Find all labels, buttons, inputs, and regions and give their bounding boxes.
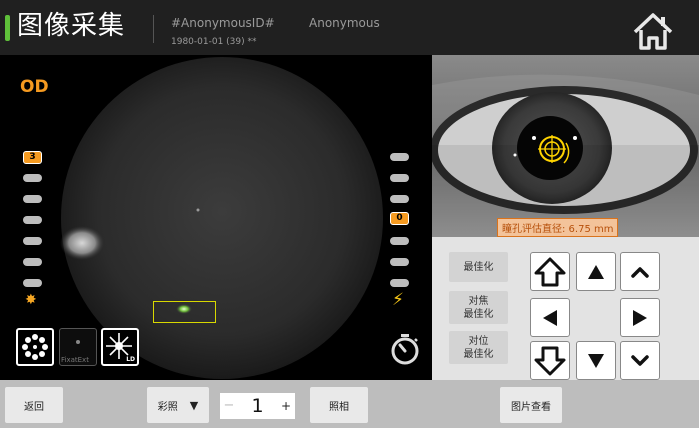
left-level-pill	[23, 258, 42, 266]
eye-side-label: OD	[20, 77, 49, 97]
capture-label: 照相	[329, 401, 349, 413]
move-down-button[interactable]	[576, 341, 616, 380]
header-divider	[153, 15, 154, 43]
left-level-pill	[23, 237, 42, 245]
view-images-label: 图片查看	[511, 401, 551, 413]
decrement-button[interactable]: −	[220, 393, 238, 419]
back-button[interactable]: 返回	[5, 387, 63, 423]
capture-count-value: 1	[251, 395, 264, 417]
home-button[interactable]	[632, 11, 674, 51]
left-level-pill	[23, 216, 42, 224]
move-left-button[interactable]	[530, 298, 570, 337]
focus-optimize-button[interactable]: 对焦 最佳化	[449, 291, 508, 324]
right-level-pill	[390, 195, 409, 203]
patient-name: Anonymous	[309, 16, 380, 30]
fixation-ext-label: FixatExt	[61, 356, 89, 364]
capture-button[interactable]: 照相	[310, 387, 368, 423]
focus-label-line1: 对焦	[468, 295, 489, 307]
ld-light-button[interactable]: LD	[101, 328, 139, 366]
arrow-up-icon	[588, 264, 604, 279]
pupil-diameter-label: 瞳孔评估直径: 6.75 mm	[497, 218, 619, 237]
right-level-pill	[390, 174, 409, 182]
align-label-line2: 最佳化	[463, 348, 494, 360]
home-icon	[633, 13, 673, 50]
arrow-left-icon	[543, 309, 557, 326]
fixation-dots-icon	[22, 334, 48, 360]
page-title: 图像采集	[17, 11, 126, 41]
optimize-label: 最佳化	[463, 261, 494, 273]
dropdown-caret-icon: ▼	[189, 398, 199, 412]
align-label-line1: 对位	[468, 335, 489, 347]
right-level-indicator: 0	[390, 212, 409, 225]
hollow-arrow-up-icon	[534, 257, 566, 286]
optimize-button[interactable]: 最佳化	[449, 252, 508, 282]
ld-label: LD	[126, 356, 135, 363]
sun-icon: ✸	[25, 292, 37, 308]
align-optimize-button[interactable]: 对位 最佳化	[449, 331, 508, 364]
arrow-down-icon	[588, 353, 604, 368]
left-level-indicator: 3	[23, 151, 42, 164]
fixation-dots-button[interactable]	[16, 328, 54, 366]
patient-id: #AnonymousID#	[171, 16, 275, 30]
chevron-up-icon	[631, 266, 649, 278]
increment-button[interactable]: +	[277, 393, 295, 419]
focus-label-line2: 最佳化	[463, 308, 494, 320]
back-label: 返回	[24, 401, 44, 413]
arrow-right-icon	[633, 309, 647, 326]
move-forward-button[interactable]	[530, 252, 570, 291]
right-level-pill	[390, 258, 409, 266]
patient-dob: 1980-01-01 (39) **	[171, 37, 257, 47]
hollow-arrow-down-icon	[534, 346, 566, 375]
left-level-pill	[23, 174, 42, 182]
zoom-down-button[interactable]	[620, 341, 660, 380]
stopwatch-icon	[391, 334, 419, 365]
right-level-pill	[390, 153, 409, 161]
zoom-up-button[interactable]	[620, 252, 660, 291]
left-level-pill	[23, 195, 42, 203]
capture-count-stepper: − 1 +	[220, 393, 295, 419]
focus-target-box	[153, 301, 216, 323]
move-back-button[interactable]	[530, 341, 570, 380]
stopwatch-button[interactable]	[389, 333, 421, 365]
color-mode-select[interactable]: 彩照 ▼	[147, 387, 209, 423]
view-images-button[interactable]: 图片查看	[500, 387, 562, 423]
left-level-pill	[23, 279, 42, 287]
pupil-camera-view	[432, 55, 699, 237]
color-mode-value: 彩照	[157, 401, 178, 413]
move-up-button[interactable]	[576, 252, 616, 291]
pupil-image	[432, 55, 699, 237]
chevron-down-icon	[631, 354, 649, 366]
right-level-pill	[390, 237, 409, 245]
move-right-button[interactable]	[620, 298, 660, 337]
right-level-pill	[390, 279, 409, 287]
title-accent-bar	[5, 15, 10, 41]
fixation-ext-button[interactable]: FixatExt	[59, 328, 97, 366]
flash-icon: ⚡	[392, 290, 404, 310]
